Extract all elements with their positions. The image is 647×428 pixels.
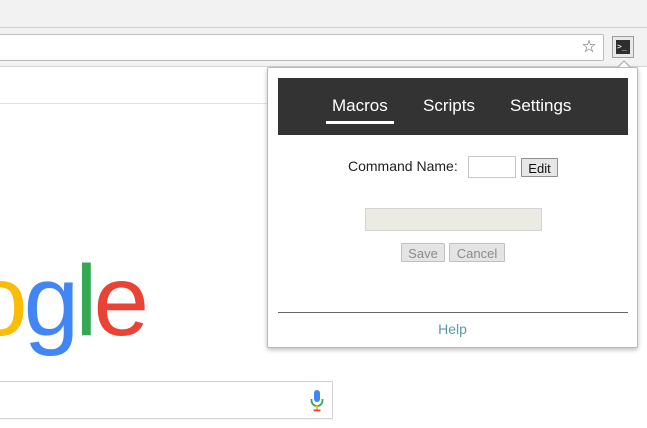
cancel-button[interactable]: Cancel: [449, 243, 505, 262]
edit-button[interactable]: Edit: [521, 158, 558, 177]
command-name-input[interactable]: [468, 156, 516, 178]
address-bar[interactable]: ☆: [0, 34, 604, 61]
logo-letter: e: [93, 245, 149, 357]
tab-scripts[interactable]: Scripts: [423, 95, 475, 117]
search-input[interactable]: [0, 381, 333, 419]
macro-text-area: [365, 208, 542, 231]
browser-toolbar: ☆ >_: [0, 0, 647, 67]
bookmark-star-icon[interactable]: ☆: [580, 37, 598, 57]
microphone-icon[interactable]: [310, 390, 324, 412]
help-link[interactable]: Help: [268, 321, 637, 337]
logo-letter: g: [23, 245, 80, 357]
tab-settings[interactable]: Settings: [510, 95, 571, 117]
page-divider: [0, 103, 270, 104]
popup-divider: [278, 312, 628, 313]
tab-macros[interactable]: Macros: [326, 95, 394, 124]
tab-strip: [0, 0, 647, 28]
popup-nav: Macros Scripts Settings: [278, 78, 628, 135]
save-button[interactable]: Save: [401, 243, 445, 262]
logo-letter: o: [0, 246, 28, 356]
command-name-label: Command Name:: [348, 158, 458, 174]
extension-button[interactable]: >_: [612, 36, 634, 58]
google-logo: ogle: [0, 245, 149, 357]
terminal-icon: >_: [616, 40, 630, 54]
extension-popup: Macros Scripts Settings Command Name: Ed…: [267, 67, 638, 348]
logo-letter: l: [75, 245, 97, 357]
